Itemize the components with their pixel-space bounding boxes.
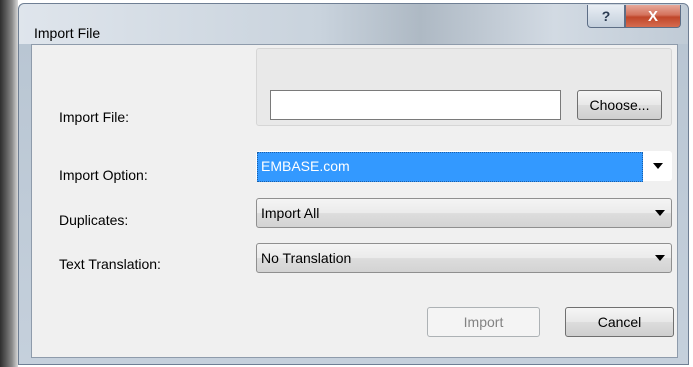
choose-button[interactable]: Choose... xyxy=(577,90,662,120)
dropdown-arrow-icon xyxy=(655,210,665,216)
desktop-background xyxy=(0,0,18,367)
help-button[interactable]: ? xyxy=(587,5,625,28)
duplicates-dropdown[interactable]: Import All xyxy=(256,198,672,228)
text-translation-value: No Translation xyxy=(261,250,352,266)
close-button[interactable]: X xyxy=(625,5,681,28)
dropdown-arrow-icon xyxy=(655,255,665,261)
import-option-dropdown[interactable]: EMBASE.com xyxy=(256,151,672,182)
import-file-input[interactable] xyxy=(270,90,561,120)
dialog-title: Import File xyxy=(34,25,101,41)
duplicates-label: Duplicates: xyxy=(59,212,129,228)
help-icon: ? xyxy=(601,8,611,24)
import-button[interactable]: Import xyxy=(427,307,540,337)
text-translation-dropdown[interactable]: No Translation xyxy=(256,243,672,273)
close-icon: X xyxy=(647,7,658,25)
dropdown-arrow-icon xyxy=(653,163,663,169)
import-file-label: Import File: xyxy=(59,109,130,125)
cancel-button[interactable]: Cancel xyxy=(565,307,674,337)
import-option-label: Import Option: xyxy=(59,167,148,183)
import-file-dialog: Import File ? X Import File: Choose... I… xyxy=(18,3,689,365)
title-bar[interactable]: Import File ? X xyxy=(19,4,688,44)
dialog-client-area: Import File: Choose... Import Option: EM… xyxy=(31,44,678,358)
import-option-value: EMBASE.com xyxy=(261,158,350,174)
text-translation-label: Text Translation: xyxy=(59,256,161,272)
duplicates-value: Import All xyxy=(261,205,320,221)
